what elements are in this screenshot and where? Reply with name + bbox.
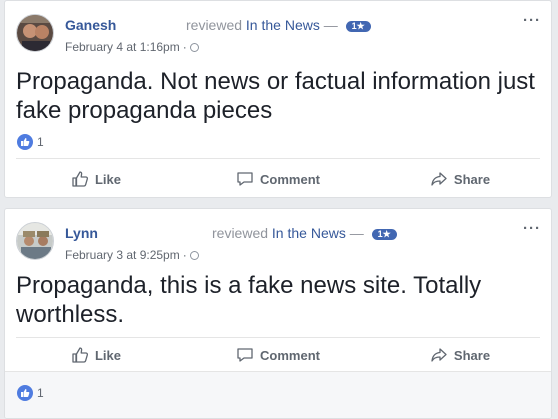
like-button[interactable]: Like bbox=[5, 340, 187, 370]
divider bbox=[16, 337, 540, 338]
globe-icon bbox=[189, 43, 199, 52]
globe-icon bbox=[189, 251, 199, 260]
review-card: Lynn reviewed In the News — 1★ February … bbox=[4, 208, 552, 419]
share-icon bbox=[431, 348, 447, 362]
post-meta: February 4 at 1:16pm · bbox=[65, 40, 199, 54]
avatar-photo bbox=[17, 223, 53, 259]
timestamp[interactable]: February 3 at 9:25pm bbox=[65, 248, 180, 262]
comment-icon bbox=[237, 348, 253, 362]
author-name[interactable]: Ganesh bbox=[65, 17, 116, 33]
review-line: reviewed In the News — 1★ bbox=[212, 225, 397, 241]
share-button[interactable]: Share bbox=[369, 340, 551, 370]
post-text: Propaganda, this is a fake news site. To… bbox=[16, 272, 482, 328]
meta-dot: · bbox=[182, 40, 187, 54]
reaction-summary[interactable]: 1 bbox=[17, 134, 44, 150]
separator: — bbox=[323, 17, 338, 33]
thumbs-up-icon bbox=[72, 347, 89, 363]
avatar[interactable] bbox=[16, 14, 54, 52]
reaction-footer: 1 bbox=[5, 371, 551, 418]
comment-icon bbox=[237, 172, 253, 186]
rating-badge: 1★ bbox=[371, 229, 397, 240]
reviewed-label: reviewed bbox=[212, 225, 269, 241]
share-button[interactable]: Share bbox=[369, 164, 551, 194]
post-meta: February 3 at 9:25pm · bbox=[65, 248, 199, 262]
author-name[interactable]: Lynn bbox=[65, 225, 98, 241]
separator: — bbox=[349, 225, 364, 241]
review-line: reviewed In the News — 1★ bbox=[186, 17, 371, 33]
comment-button[interactable]: Comment bbox=[187, 340, 369, 370]
more-options-icon[interactable]: ··· bbox=[523, 12, 541, 29]
page-link[interactable]: In the News bbox=[246, 17, 320, 33]
rating-badge: 1★ bbox=[345, 21, 371, 32]
meta-dot: · bbox=[182, 248, 187, 262]
thumbs-up-icon bbox=[72, 171, 89, 187]
share-label: Share bbox=[453, 171, 491, 187]
reviewed-label: reviewed bbox=[186, 17, 243, 33]
reaction-count: 1 bbox=[37, 135, 44, 149]
like-button[interactable]: Like bbox=[5, 164, 187, 194]
like-label: Like bbox=[94, 347, 121, 363]
avatar[interactable] bbox=[16, 222, 54, 260]
reaction-summary[interactable]: 1 bbox=[17, 385, 44, 401]
action-bar: Like Comment Share bbox=[5, 340, 551, 370]
timestamp[interactable]: February 4 at 1:16pm bbox=[65, 40, 180, 54]
reaction-count: 1 bbox=[37, 386, 44, 400]
like-reaction-icon bbox=[17, 385, 33, 401]
review-card: Ganesh reviewed In the News — 1★ Februar… bbox=[4, 0, 552, 198]
page-link[interactable]: In the News bbox=[272, 225, 346, 241]
post-text: Propaganda. Not news or factual informat… bbox=[16, 68, 535, 124]
divider bbox=[16, 158, 540, 159]
like-label: Like bbox=[94, 171, 121, 187]
comment-label: Comment bbox=[260, 171, 320, 187]
avatar-photo bbox=[17, 15, 53, 51]
comment-button[interactable]: Comment bbox=[187, 164, 369, 194]
share-label: Share bbox=[453, 347, 491, 363]
like-reaction-icon bbox=[17, 134, 33, 150]
more-options-icon[interactable]: ··· bbox=[523, 220, 541, 237]
share-icon bbox=[431, 172, 447, 186]
comment-label: Comment bbox=[260, 347, 320, 363]
action-bar: Like Comment Share bbox=[5, 164, 551, 194]
